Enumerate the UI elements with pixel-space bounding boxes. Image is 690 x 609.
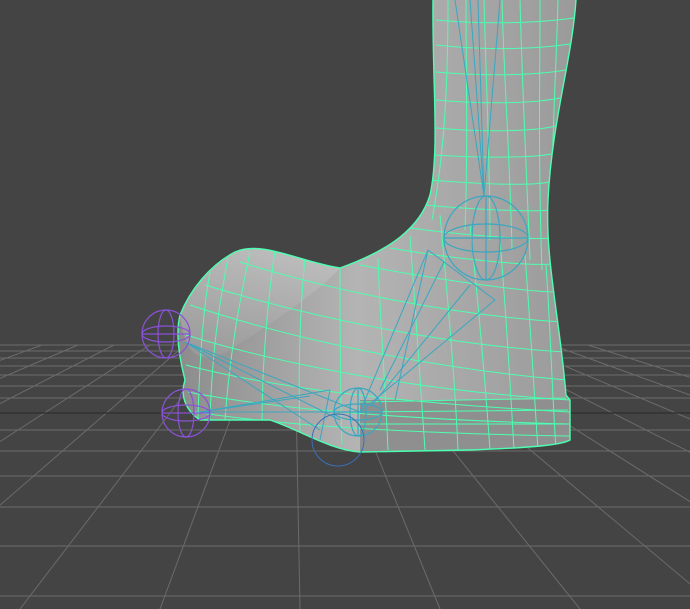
3d-viewport[interactable]: [0, 0, 690, 609]
ball-joint-icon[interactable]: [333, 387, 383, 437]
boot-mesh[interactable]: [177, 0, 577, 453]
ankle-joint-icon[interactable]: [443, 195, 529, 281]
